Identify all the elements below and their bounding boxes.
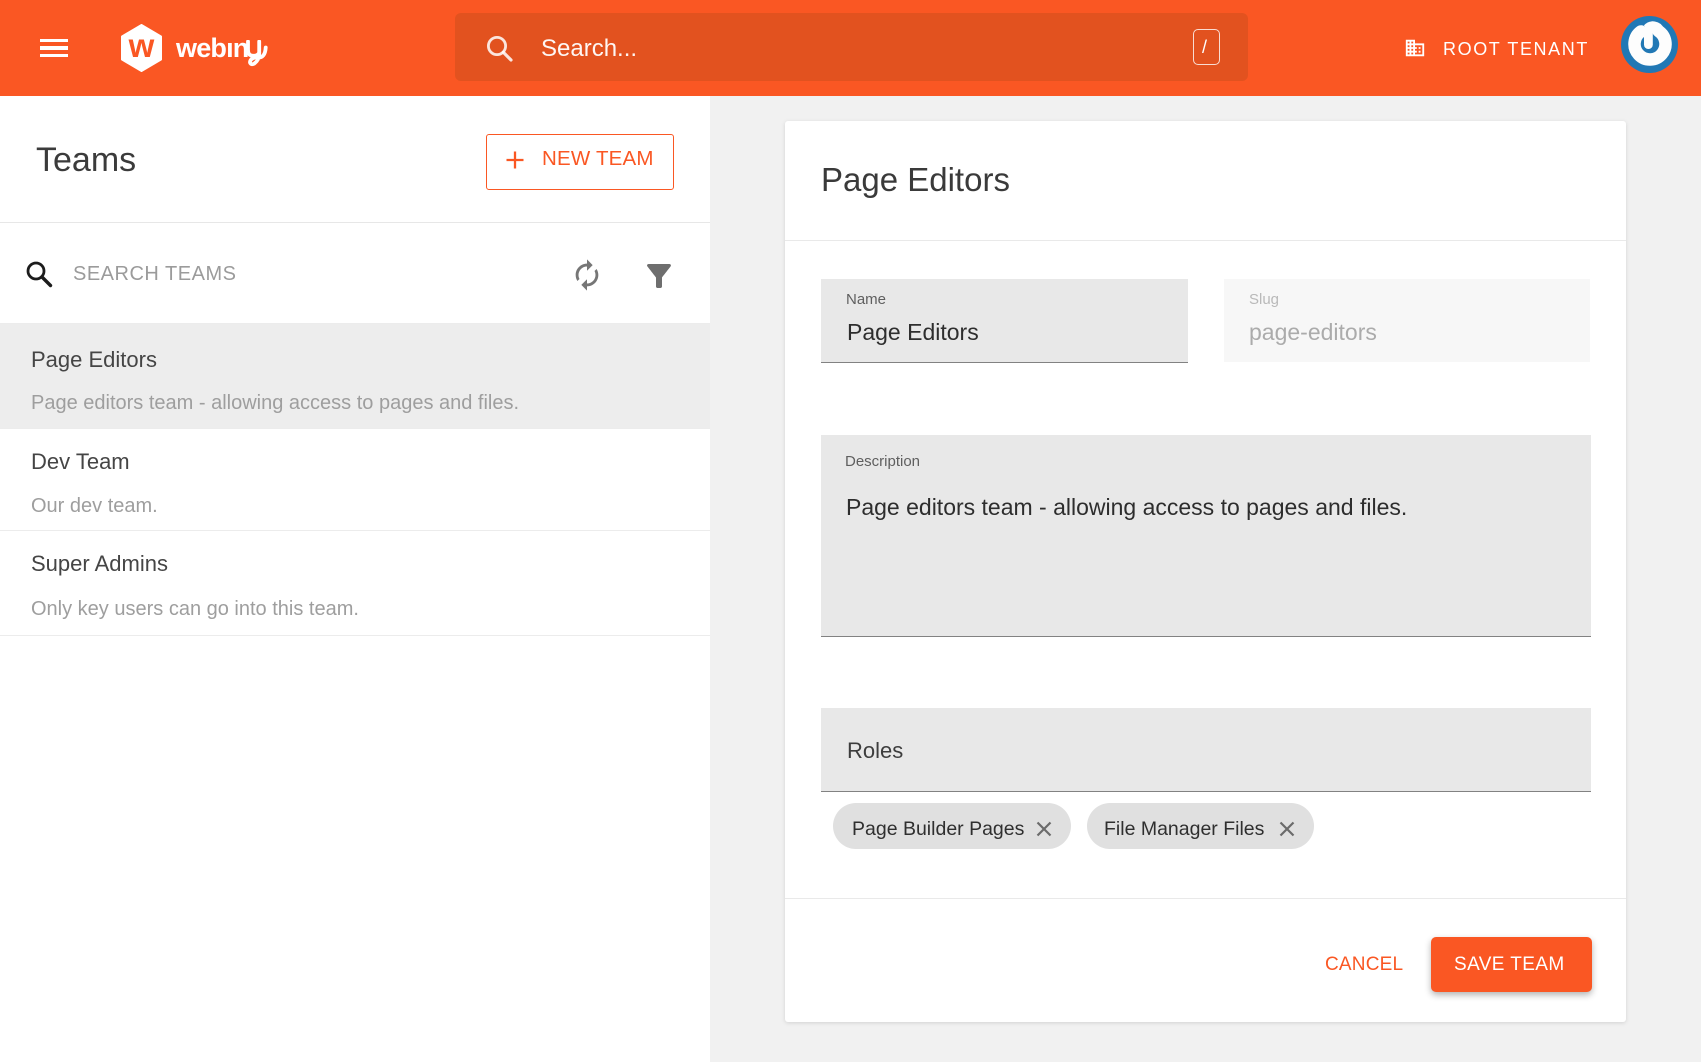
svg-text:w: w [128, 27, 155, 64]
